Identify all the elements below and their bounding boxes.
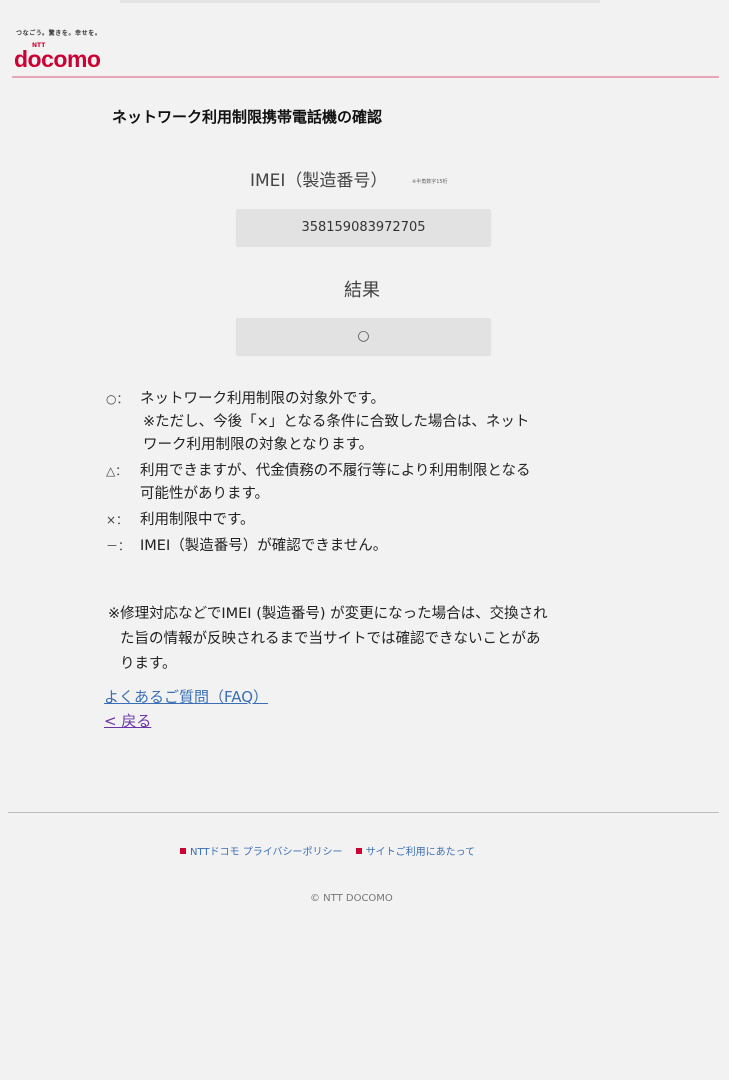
legend-item-triangle: △： 利用できますが、代金債務の不履行等により利用制限となる 可能性があります。 xyxy=(106,460,646,506)
legend-symbol-triangle: △： xyxy=(106,464,128,478)
note-line: ります。 xyxy=(120,656,177,672)
footer-divider xyxy=(8,812,719,813)
docomo-logo[interactable]: docomo xyxy=(14,46,101,73)
imei-format-note: ※半角数字15桁 xyxy=(412,179,448,185)
legend-symbol-dash: －： xyxy=(106,539,131,553)
faq-link[interactable]: よくあるご質問（FAQ） xyxy=(104,686,268,707)
result-value-field: ○ xyxy=(236,318,491,355)
copyright: © NTT DOCOMO xyxy=(310,893,393,904)
header-divider xyxy=(12,76,719,78)
repair-note: ※修理対応などでIMEI (製造番号) が変更になった場合は、交換され た旨の情… xyxy=(108,602,628,677)
result-legend: ○： ネットワーク利用制限の対象外です。 ※ただし、今後「×」となる条件に合致し… xyxy=(106,388,646,558)
imei-value-field[interactable]: 358159083972705 xyxy=(236,209,491,246)
result-label: 結果 xyxy=(344,280,380,301)
legend-symbol-circle: ○： xyxy=(106,392,129,406)
site-terms-label: サイトご利用にあたって xyxy=(365,847,476,858)
legend-item-cross: ×： 利用制限中です。 xyxy=(106,509,646,532)
legend-text: 利用できますが、代金債務の不履行等により利用制限となる xyxy=(140,463,531,479)
legend-text: 可能性があります。 xyxy=(140,486,270,502)
footer-links: NTTドコモ プライバシーポリシー サイトご利用にあたって xyxy=(180,843,475,858)
site-terms-link[interactable]: サイトご利用にあたって xyxy=(355,843,476,858)
note-line: ※修理対応などでIMEI (製造番号) が変更になった場合は、交換され xyxy=(108,606,548,622)
brand-tagline: つなごう。驚きを。幸せを。 xyxy=(16,30,102,37)
legend-text: IMEI（製造番号）が確認できません。 xyxy=(140,538,388,554)
legend-subtext: ワーク利用制限の対象となります。 xyxy=(143,437,374,453)
legend-item-dash: －： IMEI（製造番号）が確認できません。 xyxy=(106,535,646,558)
page-title: ネットワーク利用制限携帯電話機の確認 xyxy=(112,108,383,126)
privacy-policy-label: NTTドコモ プライバシーポリシー xyxy=(190,847,343,858)
back-link[interactable]: < 戻る xyxy=(104,710,151,731)
square-bullet-icon xyxy=(180,848,186,854)
legend-symbol-cross: ×： xyxy=(106,513,129,527)
imei-label: IMEI（製造番号） xyxy=(250,171,388,191)
legend-subtext: ※ただし、今後「×」となる条件に合致した場合は、ネット xyxy=(143,414,530,430)
privacy-policy-link[interactable]: NTTドコモ プライバシーポリシー xyxy=(180,843,343,858)
legend-item-ok: ○： ネットワーク利用制限の対象外です。 ※ただし、今後「×」となる条件に合致し… xyxy=(106,388,646,457)
note-line: た旨の情報が反映されるまで当サイトでは確認できないことがあ xyxy=(120,631,541,647)
legend-text: ネットワーク利用制限の対象外です。 xyxy=(140,391,386,407)
legend-text: 利用制限中です。 xyxy=(140,512,255,528)
site-header: つなごう。驚きを。幸せを。 NTT docomo xyxy=(0,0,729,80)
square-bullet-icon xyxy=(355,848,362,854)
